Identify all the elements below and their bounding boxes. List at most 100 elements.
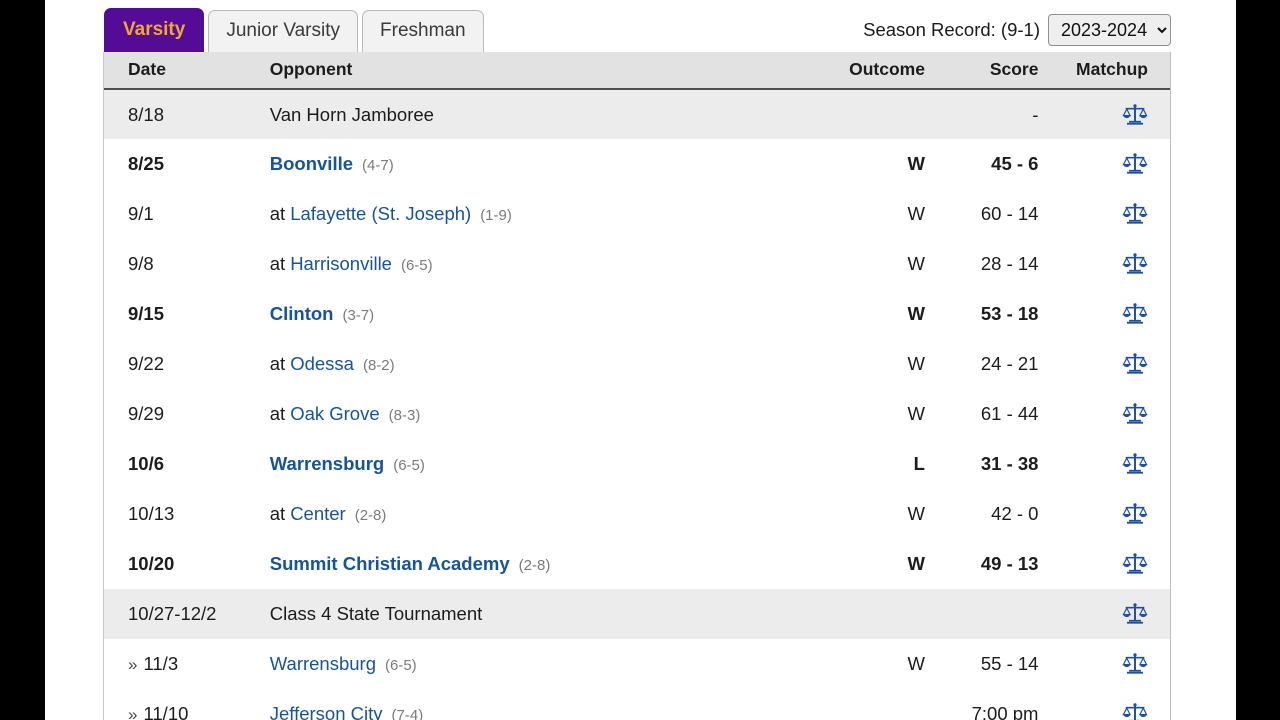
cell-matchup[interactable]	[1056, 639, 1170, 689]
table-header: Date Opponent Outcome Score Matchup	[104, 52, 1170, 90]
cell-opponent: Class 4 State Tournament	[238, 589, 805, 639]
opponent-name[interactable]: Warrensburg	[270, 453, 384, 474]
date-text: 11/3	[143, 653, 179, 674]
cell-outcome: W	[907, 253, 925, 274]
balance-scale-icon[interactable]	[1122, 351, 1148, 377]
letterbox-left	[0, 0, 45, 720]
cell-matchup[interactable]	[1056, 439, 1170, 489]
balance-scale-icon[interactable]	[1122, 201, 1148, 227]
cell-matchup[interactable]	[1056, 389, 1170, 439]
schedule-table: Date Opponent Outcome Score Matchup 8/18…	[104, 52, 1170, 720]
balance-scale-icon[interactable]	[1122, 451, 1148, 477]
letterbox-right	[1236, 0, 1280, 720]
cell-outcome: W	[907, 653, 925, 674]
cell-score: 7:00 pm	[971, 703, 1039, 720]
date-text: 8/25	[128, 153, 165, 174]
balance-scale-icon[interactable]	[1122, 551, 1148, 577]
cell-outcome	[805, 689, 939, 720]
balance-scale-icon[interactable]	[1122, 651, 1148, 677]
cell-date: 9/1	[104, 189, 238, 239]
balance-scale-icon[interactable]	[1122, 151, 1148, 177]
balance-scale-icon[interactable]	[1122, 501, 1148, 527]
opponent-name[interactable]: Clinton	[270, 303, 334, 324]
away-prefix: at	[269, 503, 286, 524]
opponent-name[interactable]: Boonville	[270, 153, 353, 174]
column-header-opponent: Opponent	[237, 52, 806, 90]
cell-matchup[interactable]	[1056, 689, 1170, 720]
balance-scale-icon[interactable]	[1122, 301, 1148, 327]
table-row: 10/20 Summit Christian Academy (2-8) W 49 - …	[104, 539, 1170, 589]
opponent-record: (6-5)	[400, 257, 433, 274]
cell-date: 9/8	[104, 239, 238, 289]
tab-varsity[interactable]: Varsity	[104, 8, 205, 52]
season-controls: Season Record: (9-1) 2023-2024	[863, 14, 1171, 46]
date-text: 9/22	[128, 353, 165, 374]
cell-outcome: W	[907, 153, 925, 174]
cell-outcome	[805, 89, 939, 139]
opponent-name[interactable]: Jefferson City	[270, 703, 383, 720]
column-header-date: Date	[104, 52, 238, 90]
table-row: » 11/3 Warrensburg (6-5) W 55 - 14	[104, 639, 1170, 689]
balance-scale-icon[interactable]	[1122, 701, 1148, 720]
tab-junior-varsity[interactable]: Junior Varsity	[208, 10, 359, 52]
cell-matchup[interactable]	[1056, 89, 1170, 139]
opponent-name: Van Horn Jamboree	[269, 103, 434, 125]
cell-matchup[interactable]	[1056, 489, 1170, 539]
opponent-record: (8-3)	[388, 407, 421, 424]
opponent-name[interactable]: Oak Grove	[290, 403, 379, 424]
balance-scale-icon[interactable]	[1122, 102, 1148, 128]
date-text: 9/1	[128, 203, 154, 224]
header-row: Date Opponent Outcome Score Matchup	[104, 52, 1170, 90]
table-row: 9/29 at Oak Grove (8-3) W 61 - 44	[104, 389, 1170, 439]
cell-opponent: Van Horn Jamboree	[238, 89, 805, 139]
balance-scale-icon[interactable]	[1122, 401, 1148, 427]
cell-matchup[interactable]	[1056, 589, 1170, 639]
cell-outcome: W	[907, 353, 925, 374]
opponent-name[interactable]: Summit Christian Academy	[270, 553, 510, 574]
table-row: 9/15 Clinton (3-7) W 53 - 18	[104, 289, 1170, 339]
date-text: 11/10	[143, 703, 189, 720]
table-row: 10/6 Warrensburg (6-5) L 31 - 38	[104, 439, 1170, 489]
opponent-record: (6-5)	[385, 657, 417, 674]
cell-matchup[interactable]	[1056, 139, 1170, 189]
cell-date: 10/27-12/2	[104, 589, 238, 639]
opponent-name: Class 4 State Tournament	[269, 603, 483, 624]
cell-opponent: Boonville (4-7)	[238, 139, 805, 189]
cell-opponent: at Center (2-8)	[238, 489, 805, 539]
opponent-name[interactable]: Harrisonville	[290, 253, 392, 274]
cell-matchup[interactable]	[1056, 289, 1170, 339]
cell-date: 9/22	[104, 339, 238, 389]
opponent-record: (4-7)	[362, 157, 394, 174]
season-select[interactable]: 2023-2024	[1048, 14, 1171, 46]
cell-date: 10/13	[104, 489, 238, 539]
cell-matchup[interactable]	[1056, 539, 1170, 589]
cell-matchup[interactable]	[1056, 339, 1170, 389]
season-record-label: Season Record: (9-1)	[863, 19, 1040, 40]
opponent-name[interactable]: Odessa	[290, 353, 354, 374]
table-row: 9/8 at Harrisonville (6-5) W 28 - 14	[104, 239, 1170, 289]
table-row: 8/18 Van Horn Jamboree -	[104, 89, 1170, 139]
column-header-score: Score	[938, 52, 1057, 90]
cell-score: 45 - 6	[991, 153, 1039, 174]
cell-score: 49 - 13	[980, 553, 1039, 574]
table-row: 9/1 at Lafayette (St. Joseph) (1-9) W 60 - 14	[104, 189, 1170, 239]
opponent-name[interactable]: Lafayette (St. Joseph)	[290, 203, 471, 224]
balance-scale-icon[interactable]	[1122, 251, 1148, 277]
table-body: 8/18 Van Horn Jamboree - 8/25 Boonville (4-7)…	[104, 89, 1170, 720]
balance-scale-icon[interactable]	[1122, 601, 1148, 627]
opponent-name[interactable]: Center	[290, 503, 346, 524]
schedule-table-container: Date Opponent Outcome Score Matchup 8/18…	[103, 52, 1171, 720]
schedule-page: Varsity Junior Varsity Freshman Season Rec…	[0, 0, 1280, 720]
tab-freshman[interactable]: Freshman	[362, 10, 484, 52]
cell-opponent: Summit Christian Academy (2-8)	[238, 539, 805, 589]
cell-matchup[interactable]	[1056, 239, 1170, 289]
cell-score: 42 - 0	[991, 503, 1039, 524]
date-text: 9/8	[128, 253, 154, 274]
opponent-name[interactable]: Warrensburg	[270, 653, 376, 674]
cell-outcome: W	[907, 203, 925, 224]
date-text: 10/20	[128, 553, 175, 574]
level-tabs: Varsity Junior Varsity Freshman	[104, 8, 488, 52]
cell-matchup[interactable]	[1056, 189, 1170, 239]
date-text: 10/13	[128, 503, 175, 524]
cell-opponent: Warrensburg (6-5)	[238, 439, 805, 489]
